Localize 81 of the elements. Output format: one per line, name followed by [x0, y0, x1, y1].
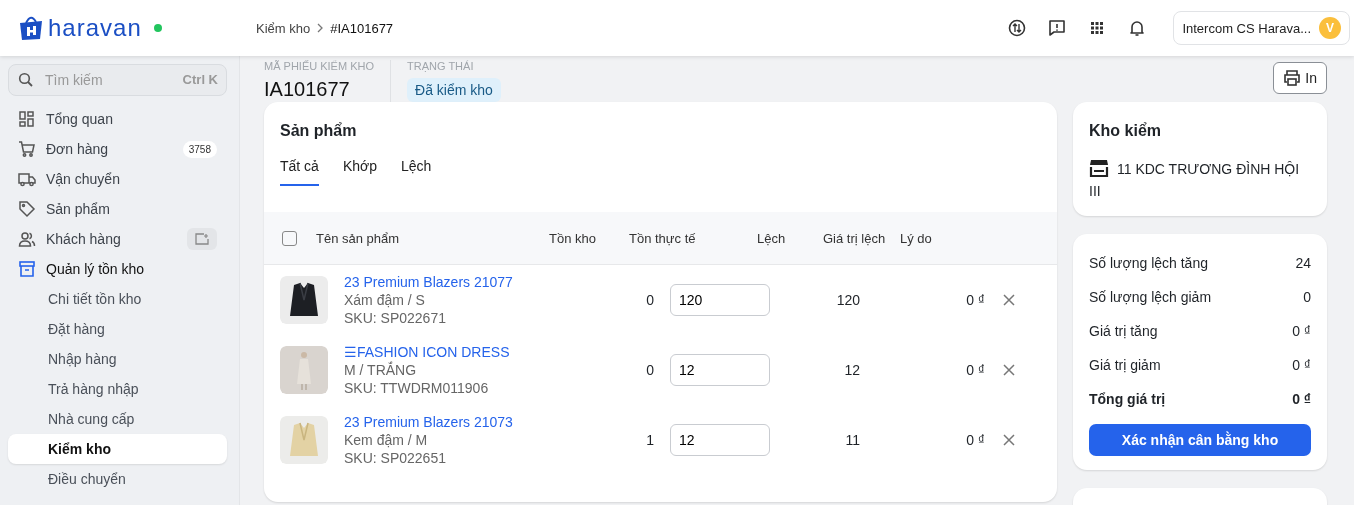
total-value: 0	[1303, 289, 1311, 305]
cart-icon	[18, 140, 36, 158]
card-title: Kho kiểm	[1089, 122, 1162, 140]
breadcrumb-link[interactable]: Kiểm kho	[256, 20, 311, 36]
nav-subitem[interactable]: Trả hàng nhập	[8, 374, 227, 404]
table-cell-text: 0	[645, 292, 654, 308]
field-label: MÃ PHIẾU KIỂM KHO	[264, 60, 375, 72]
table-cell-text: 0 ₫	[965, 432, 985, 448]
nav-item[interactable]: Đơn hàng 3758	[8, 134, 227, 164]
column-header: Tồn thực tế	[629, 230, 697, 246]
table-cell-text: 12	[843, 362, 860, 378]
nav-subitem[interactable]: Chi tiết tồn kho	[8, 284, 227, 314]
nav-subitem[interactable]: Đặt hàng	[8, 314, 227, 344]
table-cell-text: 120	[835, 292, 860, 308]
search-icon	[18, 72, 34, 88]
nav-item[interactable]: Khách hàng	[8, 224, 227, 254]
variant-text: Kem đậm / M	[344, 431, 429, 449]
sku-text: SKU: SP022671	[344, 309, 447, 327]
variant-text: Xám đậm / S	[344, 291, 426, 309]
total-label: Tổng giá trị	[1089, 391, 1166, 407]
nav-subitem[interactable]: Nhập hàng	[8, 344, 227, 374]
archive-icon	[18, 260, 36, 278]
total-value: 0 ₫	[1292, 391, 1311, 407]
table-cell-text: 0 ₫	[965, 362, 985, 378]
tab[interactable]: Khớp	[342, 158, 377, 184]
column-header: Lệch	[757, 230, 787, 246]
table-cell-text: 0	[645, 362, 654, 378]
tab[interactable]: Lệch	[401, 158, 432, 184]
quantity-input[interactable]: 120	[670, 284, 770, 316]
total-value: 24	[1295, 255, 1311, 271]
column-header: Giá trị lệch	[823, 230, 887, 246]
total-value: 0 ₫	[1292, 357, 1311, 373]
table-cell-text: 0 ₫	[965, 292, 985, 308]
count-badge: 3758	[182, 140, 217, 158]
total-label: Giá trị giảm	[1089, 357, 1161, 373]
print-button[interactable]: In	[1273, 62, 1327, 94]
product-link[interactable]: 23 Premium Blazers 21073	[344, 413, 630, 431]
shortcut-hint: Ctrl K	[182, 72, 218, 87]
truck-icon	[18, 170, 36, 188]
quantity-input[interactable]: 12	[670, 424, 770, 456]
confirm-button[interactable]: Xác nhận cân bằng kho	[1089, 424, 1311, 456]
status-badge: Đã kiểm kho	[407, 78, 501, 102]
column-header: Lý do	[900, 230, 933, 246]
breadcrumb-current: #IA101677	[330, 20, 394, 36]
variant-text: M / TRẮNG	[344, 361, 418, 379]
sku-text: SKU: TTWDRM011906	[344, 379, 490, 397]
logo-text: haravan	[48, 14, 142, 42]
printer-icon	[1283, 70, 1302, 86]
nav-item[interactable]: Sản phẩm	[8, 194, 227, 224]
nav-item[interactable]: Vận chuyển	[8, 164, 227, 194]
nav-subitem[interactable]: Nhà cung cấp	[8, 404, 227, 434]
quantity-input[interactable]: 12	[670, 354, 770, 386]
table-cell-text: 1	[645, 432, 654, 448]
card-title: Sản phẩm	[279, 121, 358, 140]
nav-item[interactable]: Quản lý tồn kho	[8, 254, 227, 284]
checkbox[interactable]	[282, 230, 297, 246]
nav-subitem[interactable]: Điều chuyển	[8, 464, 227, 494]
product-link[interactable]: 23 Premium Blazers 21077	[344, 273, 630, 291]
tag-icon	[18, 200, 36, 218]
add-customer-icon[interactable]	[187, 228, 217, 250]
column-header: Tồn kho	[549, 230, 597, 246]
nav-subitem[interactable]: Kiểm kho	[8, 434, 227, 464]
total-label: Số lượng lệch giảm	[1089, 289, 1212, 305]
users-icon	[18, 230, 36, 248]
table-cell-text: 11	[844, 432, 860, 448]
stocktake-code: IA101677	[264, 78, 351, 101]
total-value: 0 ₫	[1292, 323, 1311, 339]
chevron-icon	[316, 23, 325, 33]
store-icon	[1089, 159, 1109, 177]
field-label: TRẠNG THÁI	[407, 60, 475, 72]
account-button[interactable]: Intercom CS Harava... V	[1173, 11, 1350, 45]
total-label: Giá trị tăng	[1089, 323, 1158, 339]
avatar: V	[1319, 17, 1341, 39]
dashboard-icon	[18, 110, 36, 128]
total-label: Số lượng lệch tăng	[1089, 255, 1208, 271]
sku-text: SKU: SP022651	[344, 449, 447, 467]
nav-item[interactable]: Tổng quan	[8, 104, 227, 134]
tab[interactable]: Tất cả	[280, 158, 319, 186]
product-link[interactable]: ☰FASHION ICON DRESS	[344, 343, 630, 361]
warehouse-name: 11 KDC TRƯƠNG ĐÌNH HỘI III	[1089, 158, 1301, 201]
column-header: Tên sản phẩm	[316, 230, 401, 246]
